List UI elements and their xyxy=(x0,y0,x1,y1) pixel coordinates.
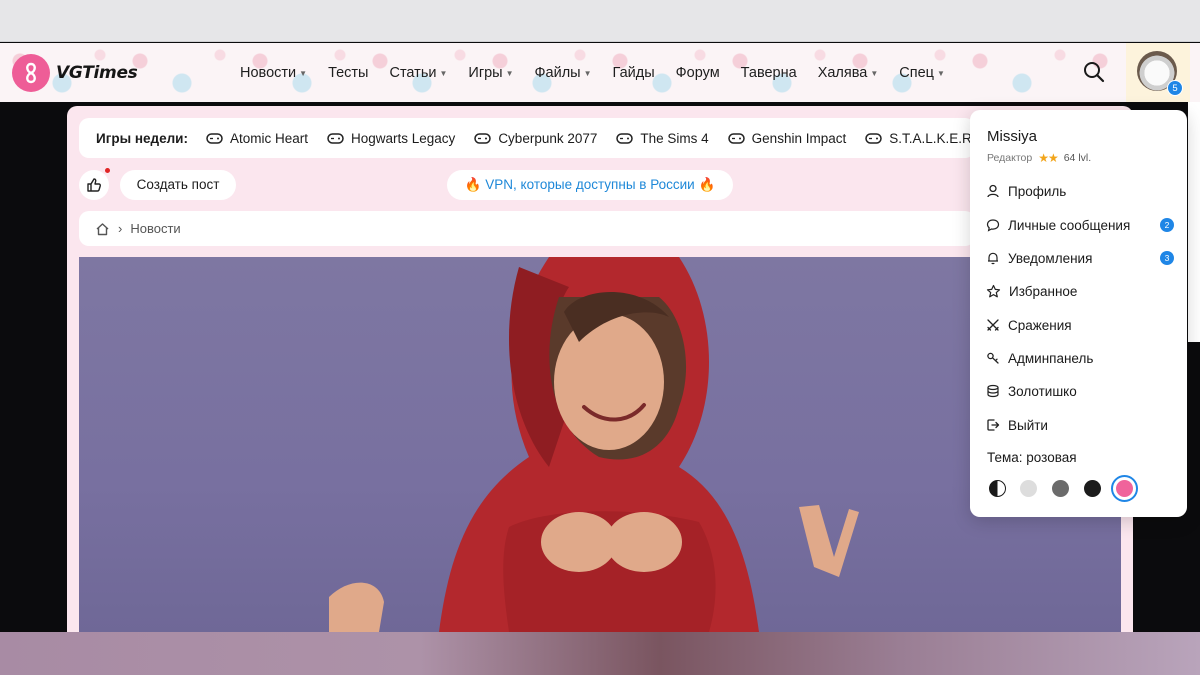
game-link-hogwarts-legacy[interactable]: Hogwarts Legacy xyxy=(327,131,455,146)
nav-item-tests[interactable]: Тесты xyxy=(328,65,368,81)
games-of-week-label: Игры недели: xyxy=(96,130,188,146)
user-dropdown-menu: Missiya Редактор ★★ 64 lvl. Профиль Личн… xyxy=(970,110,1187,517)
nav-item-freebies[interactable]: Халява ▼ xyxy=(818,65,879,81)
gamepad-icon xyxy=(616,132,634,144)
user-icon xyxy=(987,184,999,198)
star-rating-icon: ★★ xyxy=(1038,151,1058,165)
game-link-the-sims-4[interactable]: The Sims 4 xyxy=(616,131,709,146)
breadcrumb-separator: › xyxy=(118,221,123,236)
theme-swatch-light[interactable] xyxy=(1020,480,1037,497)
notification-count-badge: 5 xyxy=(1167,80,1183,96)
user-avatar-button[interactable]: 5 xyxy=(1126,43,1190,102)
games-of-week-bar: Игры недели: Atomic Heart Hogwarts Legac… xyxy=(79,118,975,158)
user-role: Редактор ★★ 64 lvl. xyxy=(987,151,1092,165)
site-name: VGTimes xyxy=(56,63,138,83)
home-icon[interactable] xyxy=(95,222,110,236)
logout-icon xyxy=(987,419,1000,431)
main-nav: Новости ▼ Тесты Статьи ▼ Игры ▼ Файлы ▼ Гайд… xyxy=(240,43,966,102)
gamepad-icon xyxy=(206,132,223,144)
vpn-promo-link[interactable]: 🔥 VPN, которые доступны в России 🔥 xyxy=(447,170,733,200)
chat-icon xyxy=(986,219,1000,232)
unread-dot xyxy=(105,168,110,173)
game-link-genshin-impact[interactable]: Genshin Impact xyxy=(727,131,846,146)
menu-item-admin-panel[interactable]: Админпанель xyxy=(986,347,1174,369)
chevron-down-icon: ▼ xyxy=(505,69,514,78)
messages-count-badge: 2 xyxy=(1160,218,1174,232)
nav-item-articles[interactable]: Статьи ▼ xyxy=(389,65,447,81)
menu-item-gold[interactable]: Золотишко xyxy=(986,380,1174,402)
chevron-down-icon: ▼ xyxy=(299,69,308,78)
browser-top-bar xyxy=(0,0,1200,42)
menu-item-profile[interactable]: Профиль xyxy=(986,180,1174,202)
menu-item-logout[interactable]: Выйти xyxy=(986,414,1174,436)
nav-item-tavern[interactable]: Таверна xyxy=(741,65,797,81)
game-link-atomic-heart[interactable]: Atomic Heart xyxy=(206,131,308,146)
blurred-bottom-strip xyxy=(0,632,1200,675)
menu-item-battles[interactable]: Сражения xyxy=(986,314,1174,336)
gamepad-icon xyxy=(327,132,344,144)
notifications-count-badge: 3 xyxy=(1160,251,1174,265)
side-panel-edge xyxy=(1188,102,1200,342)
nav-item-games[interactable]: Игры ▼ xyxy=(468,65,513,81)
theme-swatch-pink[interactable] xyxy=(1111,475,1138,502)
menu-item-favorites[interactable]: Избранное xyxy=(986,280,1174,302)
site-logo[interactable]: VGTimes xyxy=(12,54,138,92)
search-icon[interactable] xyxy=(1082,60,1106,84)
site-header: VGTimes Новости ▼ Тесты Статьи ▼ Игры ▼ Фай… xyxy=(0,43,1200,102)
chevron-down-icon: ▼ xyxy=(936,69,945,78)
bell-icon xyxy=(988,252,998,265)
gamepad-icon xyxy=(727,132,745,144)
breadcrumb: › Новости xyxy=(79,211,975,246)
nav-item-news[interactable]: Новости ▼ xyxy=(240,65,307,81)
logo-icon xyxy=(12,54,50,92)
fire-icon: 🔥 xyxy=(698,177,716,192)
article-hero-image[interactable] xyxy=(79,257,1121,632)
nav-item-forum[interactable]: Форум xyxy=(676,65,720,81)
hooded-girl-illustration xyxy=(329,257,859,632)
username[interactable]: Missiya xyxy=(987,128,1037,145)
menu-item-messages[interactable]: Личные сообщения 2 xyxy=(986,214,1174,236)
create-post-button[interactable]: Создать пост xyxy=(120,170,236,200)
like-button[interactable] xyxy=(79,170,109,200)
game-link-stalker-2[interactable]: S.T.A.L.K.E.R. 2: xyxy=(865,131,975,146)
theme-label: Тема: розовая xyxy=(987,450,1077,465)
breadcrumb-current[interactable]: Новости xyxy=(130,221,180,236)
chevron-down-icon: ▼ xyxy=(583,69,592,78)
theme-swatch-gray[interactable] xyxy=(1052,480,1069,497)
coins-icon xyxy=(987,384,999,398)
game-link-cyberpunk-2077[interactable]: Cyberpunk 2077 xyxy=(474,131,597,146)
theme-swatch-dark[interactable] xyxy=(1084,480,1101,497)
nav-item-special[interactable]: Спец ▼ xyxy=(899,65,945,81)
user-level: 64 lvl. xyxy=(1063,152,1092,164)
key-icon xyxy=(987,352,999,364)
chevron-down-icon: ▼ xyxy=(870,69,879,78)
nav-item-guides[interactable]: Гайды xyxy=(613,65,655,81)
gamepad-icon xyxy=(865,132,882,144)
fire-icon: 🔥 xyxy=(464,177,482,192)
nav-item-files[interactable]: Файлы ▼ xyxy=(535,65,592,81)
star-icon xyxy=(986,284,1001,297)
swords-icon xyxy=(987,319,999,331)
menu-item-notifications[interactable]: Уведомления 3 xyxy=(986,247,1174,269)
thumbs-up-icon xyxy=(87,178,101,192)
theme-swatch-auto[interactable] xyxy=(989,480,1006,497)
chevron-down-icon: ▼ xyxy=(439,69,448,78)
gamepad-icon xyxy=(474,132,492,144)
